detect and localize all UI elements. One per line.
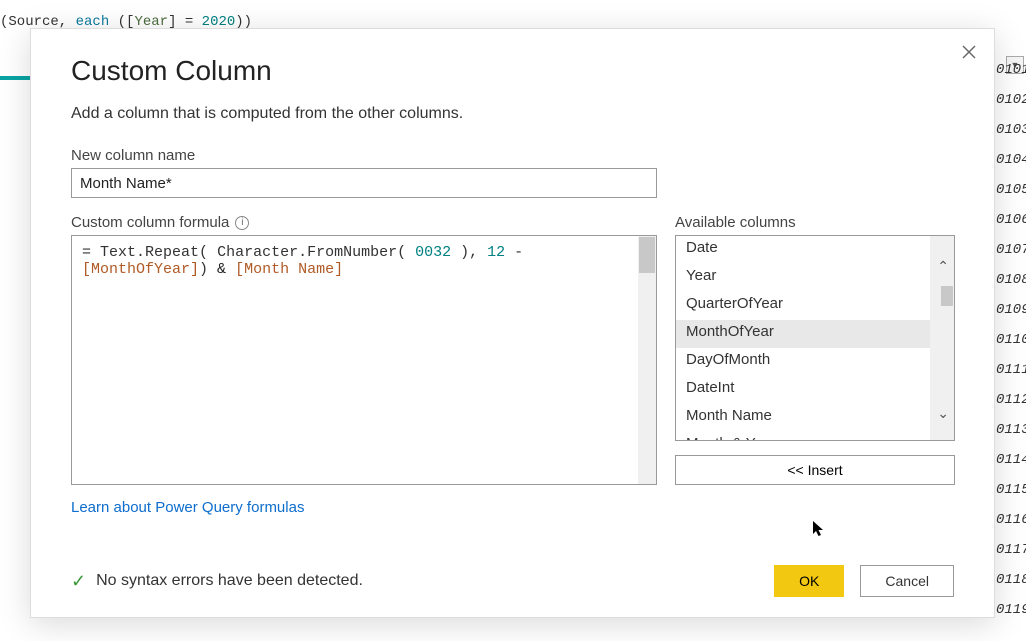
background-value-cell: 0104: [996, 145, 1026, 175]
available-column-item[interactable]: Month & Year: [676, 432, 954, 441]
available-column-item[interactable]: MonthOfYear: [676, 320, 954, 348]
dialog-title: Custom Column: [71, 55, 954, 87]
new-column-name-input[interactable]: [71, 168, 657, 198]
available-scroll-thumb[interactable]: [941, 286, 953, 306]
insert-button[interactable]: << Insert: [675, 455, 955, 485]
background-value-cell: 0112: [996, 385, 1026, 415]
background-value-cell: 0119: [996, 595, 1026, 625]
cancel-button[interactable]: Cancel: [860, 565, 954, 597]
background-value-cell: 0111: [996, 355, 1026, 385]
background-value-cell: 0110: [996, 325, 1026, 355]
available-columns-list: DateYearQuarterOfYearMonthOfYearDayOfMon…: [675, 235, 955, 441]
available-scrollbar[interactable]: ⌃ ⌄: [930, 236, 954, 440]
scroll-up-icon[interactable]: ⌃: [937, 258, 949, 275]
custom-column-dialog: Custom Column Add a column that is compu…: [30, 28, 995, 618]
formula-scrollbar[interactable]: [638, 236, 656, 484]
syntax-status: ✓ No syntax errors have been detected.: [71, 571, 363, 592]
custom-column-formula-input[interactable]: = Text.Repeat( Character.FromNumber( 003…: [71, 235, 657, 485]
syntax-status-text: No syntax errors have been detected.: [96, 572, 363, 590]
background-value-cell: 0116: [996, 505, 1026, 535]
background-value-cell: 0106: [996, 205, 1026, 235]
background-value-cell: 0109: [996, 295, 1026, 325]
scroll-down-icon[interactable]: ⌄: [937, 405, 949, 422]
background-value-cell: 0118: [996, 565, 1026, 595]
background-column-values: 0101010201030104010501060107010801090110…: [996, 55, 1026, 625]
available-column-item[interactable]: DateInt: [676, 376, 954, 404]
available-column-item[interactable]: QuarterOfYear: [676, 292, 954, 320]
dialog-subtitle: Add a column that is computed from the o…: [71, 105, 954, 123]
background-value-cell: 0102: [996, 85, 1026, 115]
formula-scroll-thumb[interactable]: [639, 237, 655, 273]
custom-column-formula-label: Custom column formula i: [71, 214, 657, 231]
background-value-cell: 0113: [996, 415, 1026, 445]
available-columns-label: Available columns: [675, 214, 955, 231]
background-value-cell: 0101: [996, 55, 1026, 85]
background-accent-bar: [0, 76, 30, 80]
check-icon: ✓: [71, 571, 86, 592]
background-value-cell: 0117: [996, 535, 1026, 565]
learn-link[interactable]: Learn about Power Query formulas: [71, 499, 304, 516]
available-column-item[interactable]: Date: [676, 236, 954, 264]
ok-button[interactable]: OK: [774, 565, 844, 597]
available-column-item[interactable]: Year: [676, 264, 954, 292]
background-value-cell: 0107: [996, 235, 1026, 265]
close-icon: [962, 45, 976, 59]
close-button[interactable]: [958, 41, 980, 63]
background-value-cell: 0103: [996, 115, 1026, 145]
cursor-icon: [812, 520, 826, 543]
info-icon[interactable]: i: [235, 216, 249, 230]
background-value-cell: 0115: [996, 475, 1026, 505]
background-value-cell: 0114: [996, 445, 1026, 475]
new-column-name-label: New column name: [71, 147, 954, 164]
background-value-cell: 0105: [996, 175, 1026, 205]
available-column-item[interactable]: Month Name: [676, 404, 954, 432]
background-value-cell: 0108: [996, 265, 1026, 295]
available-column-item[interactable]: DayOfMonth: [676, 348, 954, 376]
